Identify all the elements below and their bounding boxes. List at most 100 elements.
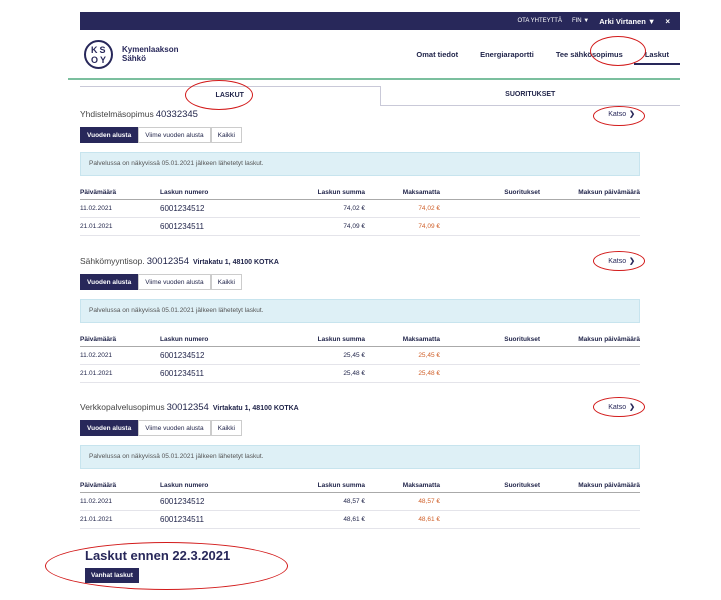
- col-laskun-numero: Laskun numero: [160, 186, 270, 200]
- table-row[interactable]: 11.02.2021 6001234512 48,57 € 48,57 €: [80, 492, 640, 511]
- logo-mark-bottom: OY: [91, 54, 109, 65]
- row-invoice-number[interactable]: 6001234512: [160, 346, 270, 365]
- contract-heading: Verkkopalvelusopimus 30012354 Virtakatu …: [80, 402, 640, 413]
- katso-button[interactable]: Katso ❯: [608, 403, 635, 411]
- col-paivamaara: Päivämäärä: [80, 333, 160, 347]
- col-laskun-summa: Laskun summa: [270, 333, 365, 347]
- table-row[interactable]: 21.01.2021 6001234511 25,48 € 25,48 €: [80, 364, 640, 383]
- row-date: 21.01.2021: [80, 217, 160, 236]
- filter-vuoden-alusta[interactable]: Vuoden alusta: [80, 274, 139, 290]
- site-header: KS OY Kymenlaakson Sähkö Omat tiedot Ene…: [80, 30, 680, 78]
- info-notice: Palvelussa on näkyvissä 05.01.2021 jälke…: [80, 445, 640, 469]
- row-sum: 48,57 €: [270, 492, 365, 511]
- contract-address: Virtakatu 1, 48100 KOTKA: [193, 259, 279, 266]
- invoice-table: Päivämäärä Laskun numero Laskun summa Ma…: [80, 186, 640, 236]
- filter-viime-vuoden-alusta[interactable]: Viime vuoden alusta: [138, 274, 211, 290]
- nav-tee-sahkosopimus[interactable]: Tee sähkösopimus: [545, 50, 634, 59]
- invoice-table: Päivämäärä Laskun numero Laskun summa Ma…: [80, 333, 640, 383]
- table-row[interactable]: 21.01.2021 6001234511 48,61 € 48,61 €: [80, 510, 640, 529]
- user-name: Arki Virtanen: [599, 16, 646, 26]
- contract-label: Verkkopalvelusopimus: [80, 402, 165, 412]
- katso-button[interactable]: Katso ❯: [608, 110, 635, 118]
- language-label: FIN: [571, 18, 582, 24]
- col-laskun-numero: Laskun numero: [160, 333, 270, 347]
- close-icon[interactable]: ×: [665, 17, 670, 26]
- col-suoritukset: Suoritukset: [440, 479, 540, 493]
- row-invoice-number[interactable]: 6001234512: [160, 492, 270, 511]
- top-bar: OTA YHTEYTTÄ FIN ▼ Arki Virtanen ▼ ×: [80, 12, 680, 30]
- row-date: 21.01.2021: [80, 364, 160, 383]
- contract-number: 30012354: [146, 256, 190, 267]
- contract-label: Sähkömyyntisop.: [80, 256, 145, 266]
- language-selector[interactable]: FIN ▼: [572, 18, 589, 24]
- nav-energiaraportti[interactable]: Energiaraportti: [469, 50, 545, 59]
- row-due: 48,57 €: [365, 492, 440, 511]
- period-filter: Vuoden alusta Viime vuoden alusta Kaikki: [80, 420, 640, 436]
- row-invoice-number[interactable]: 6001234511: [160, 217, 270, 236]
- row-payments: [440, 510, 540, 529]
- filter-kaikki[interactable]: Kaikki: [210, 420, 242, 436]
- table-header: Päivämäärä Laskun numero Laskun summa Ma…: [80, 333, 640, 347]
- header-divider: [68, 78, 680, 80]
- filter-viime-vuoden-alusta[interactable]: Viime vuoden alusta: [138, 127, 211, 143]
- row-payment-date: [540, 492, 640, 511]
- col-maksamatta: Maksamatta: [365, 479, 440, 493]
- filter-kaikki[interactable]: Kaikki: [210, 127, 242, 143]
- row-payments: [440, 217, 540, 236]
- contract-label: Yhdistelmäsopimus: [80, 109, 154, 119]
- chevron-down-icon: ❯: [629, 111, 635, 118]
- row-sum: 25,45 €: [270, 346, 365, 365]
- table-header: Päivämäärä Laskun numero Laskun summa Ma…: [80, 186, 640, 200]
- col-paivamaara: Päivämäärä: [80, 186, 160, 200]
- contract-section: Yhdistelmäsopimus 40332345 Katso ❯ Vuoden…: [80, 109, 640, 236]
- row-due: 74,09 €: [365, 217, 440, 236]
- filter-vuoden-alusta[interactable]: Vuoden alusta: [80, 420, 139, 436]
- filter-kaikki[interactable]: Kaikki: [210, 274, 242, 290]
- katso-button[interactable]: Katso ❯: [608, 257, 635, 265]
- col-laskun-summa: Laskun summa: [270, 186, 365, 200]
- contact-link[interactable]: OTA YHTEYTTÄ: [518, 18, 562, 24]
- row-payments: [440, 364, 540, 383]
- period-filter: Vuoden alusta Viime vuoden alusta Kaikki: [80, 127, 640, 143]
- tab-laskut[interactable]: LASKUT: [80, 86, 381, 106]
- col-maksamatta: Maksamatta: [365, 333, 440, 347]
- older-invoices: Laskut ennen 22.3.2021 Vanhat laskut: [85, 548, 230, 583]
- info-notice: Palvelussa on näkyvissä 05.01.2021 jälke…: [80, 299, 640, 323]
- older-invoices-button[interactable]: Vanhat laskut: [85, 568, 139, 583]
- col-maksamatta: Maksamatta: [365, 186, 440, 200]
- row-invoice-number[interactable]: 6001234511: [160, 510, 270, 529]
- row-sum: 74,02 €: [270, 199, 365, 218]
- nav-laskut[interactable]: Laskut: [633, 50, 680, 65]
- brand-name-line2: Sähkö: [122, 54, 147, 63]
- contract-address: Virtakatu 1, 48100 KOTKA: [212, 405, 299, 412]
- filter-viime-vuoden-alusta[interactable]: Viime vuoden alusta: [138, 420, 211, 436]
- row-sum: 48,61 €: [270, 510, 365, 529]
- col-paivamaara: Päivämäärä: [80, 479, 160, 493]
- period-filter: Vuoden alusta Viime vuoden alusta Kaikki: [80, 274, 640, 290]
- row-invoice-number[interactable]: 6001234511: [160, 364, 270, 383]
- tab-suoritukset[interactable]: SUORITUKSET: [380, 86, 680, 106]
- table-row[interactable]: 11.02.2021 6001234512 25,45 € 25,45 €: [80, 346, 640, 365]
- row-invoice-number[interactable]: 6001234512: [160, 199, 270, 218]
- main-nav: Omat tiedot Energiaraportti Tee sähkösop…: [405, 40, 680, 68]
- brand-name[interactable]: Kymenlaakson Sähkö: [122, 45, 178, 63]
- katso-label: Katso: [608, 404, 627, 411]
- row-date: 21.01.2021: [80, 510, 160, 529]
- logo-mark[interactable]: KS OY: [84, 39, 113, 69]
- row-payment-date: [540, 217, 640, 236]
- filter-vuoden-alusta[interactable]: Vuoden alusta: [80, 127, 139, 143]
- user-menu[interactable]: Arki Virtanen ▼: [599, 17, 655, 26]
- col-suoritukset: Suoritukset: [440, 186, 540, 200]
- contract-heading: Sähkömyyntisop. 30012354 Virtakatu 1, 48…: [80, 256, 640, 267]
- chevron-down-icon: ▼: [647, 16, 656, 26]
- invoice-table: Päivämäärä Laskun numero Laskun summa Ma…: [80, 479, 640, 529]
- col-maksun-paivamaara: Maksun päivämäärä: [540, 479, 640, 493]
- table-row[interactable]: 21.01.2021 6001234511 74,09 € 74,09 €: [80, 217, 640, 236]
- row-payments: [440, 199, 540, 218]
- nav-omat-tiedot[interactable]: Omat tiedot: [405, 50, 469, 59]
- table-row[interactable]: 11.02.2021 6001234512 74,02 € 74,02 €: [80, 199, 640, 218]
- row-date: 11.02.2021: [80, 346, 160, 365]
- col-maksun-paivamaara: Maksun päivämäärä: [540, 333, 640, 347]
- table-header: Päivämäärä Laskun numero Laskun summa Ma…: [80, 479, 640, 493]
- row-due: 25,48 €: [365, 364, 440, 383]
